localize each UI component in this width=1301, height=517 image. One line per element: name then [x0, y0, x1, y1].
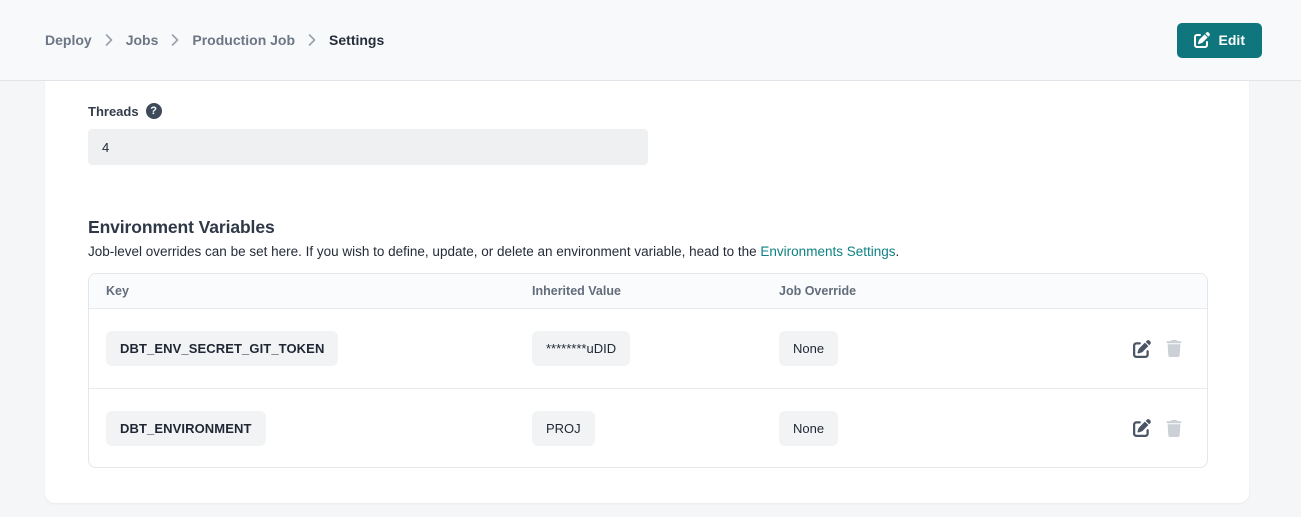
- section-title: Environment Variables: [88, 217, 1208, 238]
- delete-override-button[interactable]: [1166, 340, 1182, 357]
- env-var-key: DBT_ENV_SECRET_GIT_TOKEN: [106, 331, 338, 366]
- environment-variables-section: Environment Variables Job-level override…: [88, 217, 1208, 468]
- chevron-right-icon: [171, 34, 179, 46]
- breadcrumb-item-production-job[interactable]: Production Job: [192, 32, 295, 48]
- table-header-row: Key Inherited Value Job Override: [89, 274, 1207, 309]
- breadcrumb-item-jobs[interactable]: Jobs: [126, 32, 159, 48]
- threads-label: Threads: [88, 104, 139, 119]
- edit-pencil-icon: [1194, 32, 1210, 48]
- top-header-bar: Deploy Jobs Production Job Settings Edit: [0, 0, 1301, 81]
- env-var-inherited-value: ********uDID: [532, 331, 630, 366]
- environments-settings-link[interactable]: Environments Settings: [760, 244, 895, 259]
- breadcrumb: Deploy Jobs Production Job Settings: [45, 32, 384, 48]
- edit-button-label: Edit: [1219, 32, 1245, 48]
- env-var-key: DBT_ENVIRONMENT: [106, 411, 266, 446]
- trash-icon: [1166, 420, 1182, 437]
- job-settings-card: Threads ? Environment Variables Job-leve…: [45, 81, 1249, 503]
- delete-override-button[interactable]: [1166, 420, 1182, 437]
- description-period: .: [896, 244, 900, 259]
- threads-input[interactable]: [88, 129, 648, 165]
- edit-override-button[interactable]: [1133, 419, 1151, 437]
- chevron-right-icon: [308, 34, 316, 46]
- breadcrumb-item-deploy[interactable]: Deploy: [45, 32, 92, 48]
- threads-field-group: Threads ?: [88, 103, 648, 165]
- env-vars-table: Key Inherited Value Job Override DBT_ENV…: [88, 273, 1208, 468]
- column-header-job-override: Job Override: [779, 284, 1095, 298]
- edit-pencil-icon: [1133, 340, 1151, 358]
- column-header-inherited-value: Inherited Value: [532, 284, 779, 298]
- table-row: DBT_ENV_SECRET_GIT_TOKEN ********uDID No…: [89, 309, 1207, 388]
- breadcrumb-item-settings: Settings: [329, 32, 384, 48]
- env-var-inherited-value: PROJ: [532, 411, 595, 446]
- chevron-right-icon: [105, 34, 113, 46]
- help-icon[interactable]: ?: [146, 103, 162, 119]
- edit-pencil-icon: [1133, 419, 1151, 437]
- edit-button[interactable]: Edit: [1177, 23, 1262, 58]
- env-var-job-override: None: [779, 331, 838, 366]
- trash-icon: [1166, 340, 1182, 357]
- env-var-job-override: None: [779, 411, 838, 446]
- description-text: Job-level overrides can be set here. If …: [88, 244, 760, 259]
- column-header-key: Key: [106, 284, 532, 298]
- section-description: Job-level overrides can be set here. If …: [88, 244, 1208, 259]
- table-row: DBT_ENVIRONMENT PROJ None: [89, 388, 1207, 467]
- edit-override-button[interactable]: [1133, 340, 1151, 358]
